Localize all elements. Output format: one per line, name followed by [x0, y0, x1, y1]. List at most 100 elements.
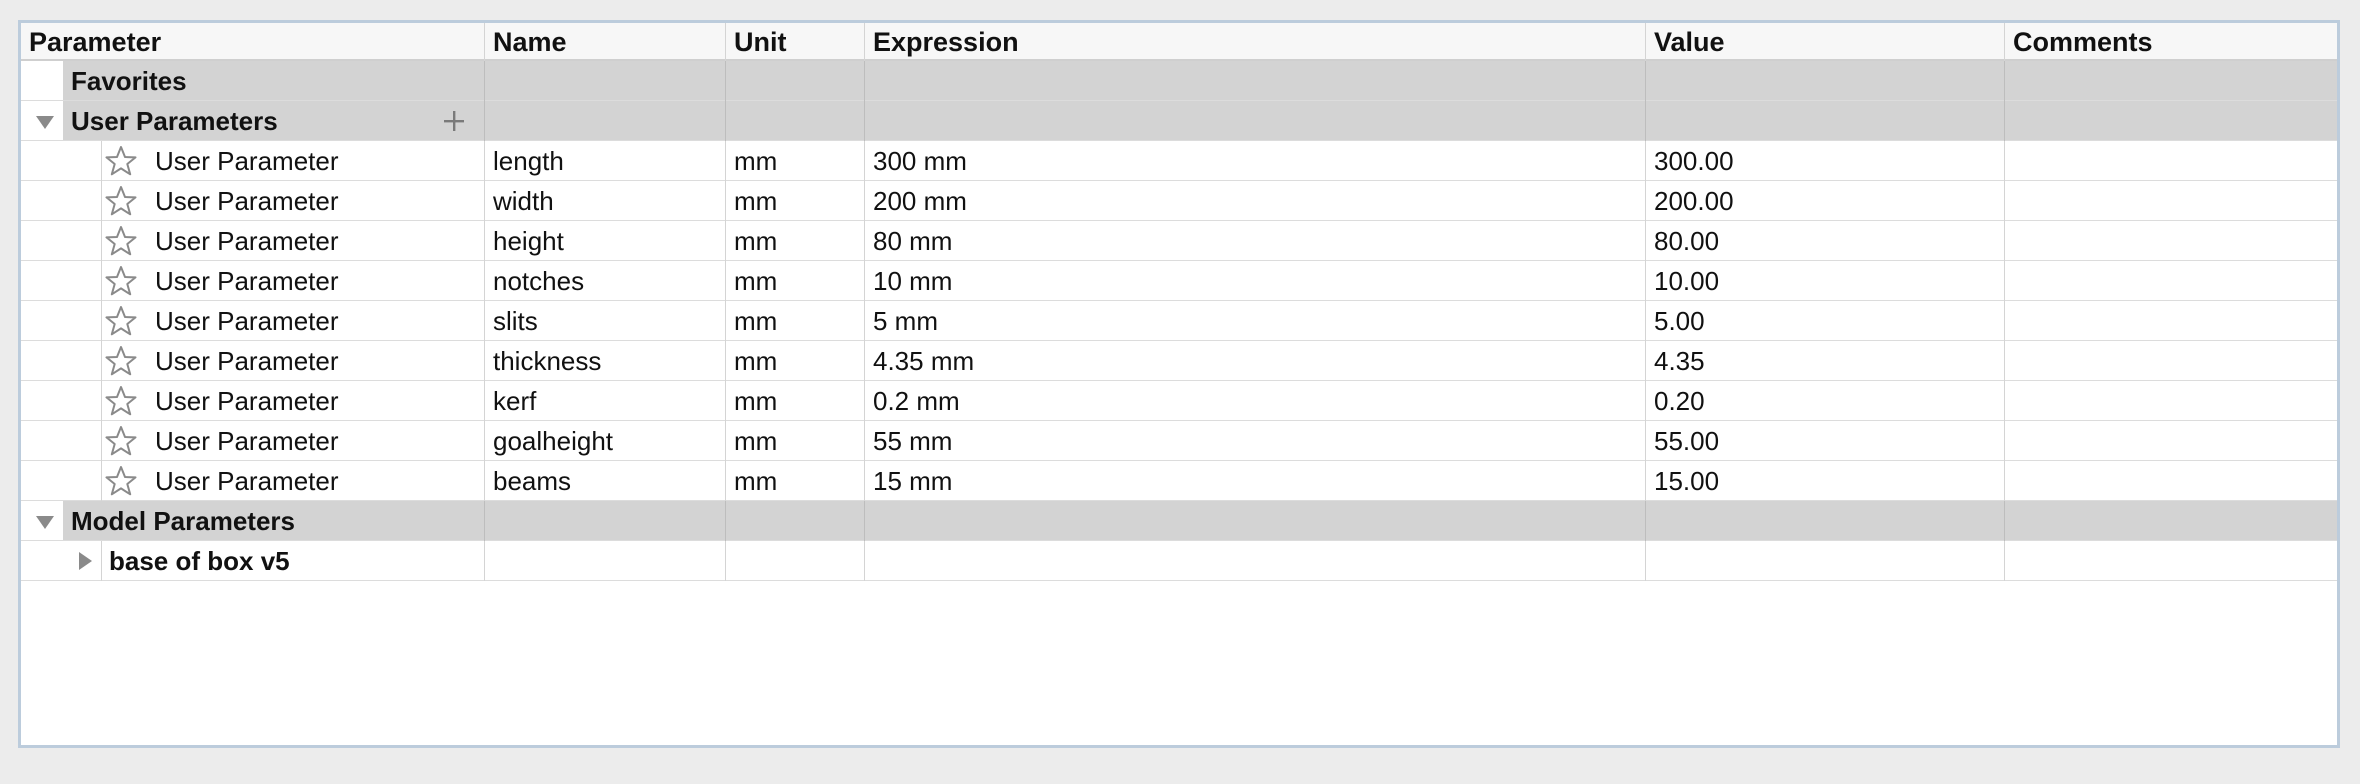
table-row-user-parameter[interactable]: User Parameter kerf mm 0.2 mm 0.20 [21, 381, 2337, 421]
parameter-name[interactable]: thickness [484, 341, 725, 381]
parameter-type: User Parameter [155, 386, 339, 416]
parameter-comments[interactable] [2004, 141, 2337, 181]
group-cell [864, 101, 1645, 141]
parameter-comments[interactable] [2004, 181, 2337, 221]
parameter-type: User Parameter [155, 346, 339, 376]
group-cell [1645, 101, 2004, 141]
parameter-unit[interactable]: mm [725, 421, 864, 461]
parameter-unit[interactable]: mm [725, 141, 864, 181]
parameter-comments[interactable] [2004, 381, 2337, 421]
parameter-type: User Parameter [155, 226, 339, 256]
parameter-unit[interactable]: mm [725, 301, 864, 341]
parameter-expression[interactable]: 5 mm [864, 301, 1645, 341]
table-row-model-component[interactable]: base of box v5 [21, 541, 2337, 581]
parameter-type: User Parameter [155, 466, 339, 496]
group-cell [725, 61, 864, 101]
parameter-value: 55.00 [1645, 421, 2004, 461]
parameter-type: User Parameter [155, 266, 339, 296]
column-header-parameter[interactable]: Parameter [21, 23, 484, 61]
component-cell [864, 541, 1645, 581]
component-cell [725, 541, 864, 581]
table-row-user-parameter[interactable]: User Parameter length mm 300 mm 300.00 [21, 141, 2337, 181]
parameter-name[interactable]: kerf [484, 381, 725, 421]
parameter-type: User Parameter [155, 146, 339, 176]
parameter-expression[interactable]: 80 mm [864, 221, 1645, 261]
column-header-expression[interactable]: Expression [864, 23, 1645, 61]
parameter-expression[interactable]: 0.2 mm [864, 381, 1645, 421]
parameter-value: 300.00 [1645, 141, 2004, 181]
parameter-comments[interactable] [2004, 301, 2337, 341]
table-row-user-parameter[interactable]: User Parameter goalheight mm 55 mm 55.00 [21, 421, 2337, 461]
group-cell [2004, 101, 2337, 141]
component-cell [1645, 541, 2004, 581]
parameter-value: 0.20 [1645, 381, 2004, 421]
parameter-comments[interactable] [2004, 461, 2337, 501]
component-cell [484, 541, 725, 581]
parameter-unit[interactable]: mm [725, 461, 864, 501]
parameter-name[interactable]: slits [484, 301, 725, 341]
parameter-value: 10.00 [1645, 261, 2004, 301]
group-cell [725, 101, 864, 141]
parameter-name[interactable]: goalheight [484, 421, 725, 461]
column-header-row: Parameter Name Unit Expression Value Com… [21, 23, 2337, 61]
parameter-name[interactable]: width [484, 181, 725, 221]
parameter-comments[interactable] [2004, 221, 2337, 261]
parameter-expression[interactable]: 15 mm [864, 461, 1645, 501]
parameter-type: User Parameter [155, 186, 339, 216]
parameter-comments[interactable] [2004, 421, 2337, 461]
parameter-unit[interactable]: mm [725, 181, 864, 221]
group-label-model-parameters: Model Parameters [71, 506, 295, 536]
parameter-expression[interactable]: 200 mm [864, 181, 1645, 221]
component-cell [2004, 541, 2337, 581]
group-cell [864, 501, 1645, 541]
parameter-expression[interactable]: 55 mm [864, 421, 1645, 461]
group-row-model-parameters[interactable]: Model Parameters [21, 501, 2337, 541]
group-row-user-parameters[interactable]: User Parameters [21, 101, 2337, 141]
group-cell [2004, 61, 2337, 101]
parameter-name[interactable]: length [484, 141, 725, 181]
plus-icon[interactable] [441, 108, 467, 134]
table-row-user-parameter[interactable]: User Parameter notches mm 10 mm 10.00 [21, 261, 2337, 301]
table-row-user-parameter[interactable]: User Parameter width mm 200 mm 200.00 [21, 181, 2337, 221]
table-row-user-parameter[interactable]: User Parameter height mm 80 mm 80.00 [21, 221, 2337, 261]
parameter-expression[interactable]: 300 mm [864, 141, 1645, 181]
group-cell [725, 501, 864, 541]
parameter-type: User Parameter [155, 306, 339, 336]
group-cell [1645, 501, 2004, 541]
parameter-name[interactable]: notches [484, 261, 725, 301]
parameter-name[interactable]: beams [484, 461, 725, 501]
column-header-value[interactable]: Value [1645, 23, 2004, 61]
table-row-user-parameter[interactable]: User Parameter beams mm 15 mm 15.00 [21, 461, 2337, 501]
group-cell [1645, 61, 2004, 101]
column-header-comments[interactable]: Comments [2004, 23, 2337, 61]
parameter-unit[interactable]: mm [725, 381, 864, 421]
group-cell [484, 101, 725, 141]
column-header-name[interactable]: Name [484, 23, 725, 61]
parameter-comments[interactable] [2004, 341, 2337, 381]
group-cell [864, 61, 1645, 101]
table-row-user-parameter[interactable]: User Parameter slits mm 5 mm 5.00 [21, 301, 2337, 341]
parameter-value: 80.00 [1645, 221, 2004, 261]
parameters-grid: Parameter Name Unit Expression Value Com… [21, 23, 2337, 581]
parameter-unit[interactable]: mm [725, 341, 864, 381]
group-cell [2004, 501, 2337, 541]
parameter-comments[interactable] [2004, 261, 2337, 301]
parameter-type: User Parameter [155, 426, 339, 456]
parameter-expression[interactable]: 10 mm [864, 261, 1645, 301]
parameter-expression[interactable]: 4.35 mm [864, 341, 1645, 381]
parameter-unit[interactable]: mm [725, 261, 864, 301]
group-cell [484, 61, 725, 101]
parameter-value: 200.00 [1645, 181, 2004, 221]
parameters-table-panel: Parameter Name Unit Expression Value Com… [18, 20, 2340, 748]
parameter-unit[interactable]: mm [725, 221, 864, 261]
group-label-favorites: Favorites [71, 66, 187, 96]
table-row-user-parameter[interactable]: User Parameter thickness mm 4.35 mm 4.35 [21, 341, 2337, 381]
group-label-user-parameters: User Parameters [71, 106, 278, 136]
component-name: base of box v5 [109, 546, 290, 576]
parameter-name[interactable]: height [484, 221, 725, 261]
parameter-value: 5.00 [1645, 301, 2004, 341]
column-header-unit[interactable]: Unit [725, 23, 864, 61]
parameter-value: 15.00 [1645, 461, 2004, 501]
group-row-favorites[interactable]: Favorites [21, 61, 2337, 101]
group-cell [484, 501, 725, 541]
